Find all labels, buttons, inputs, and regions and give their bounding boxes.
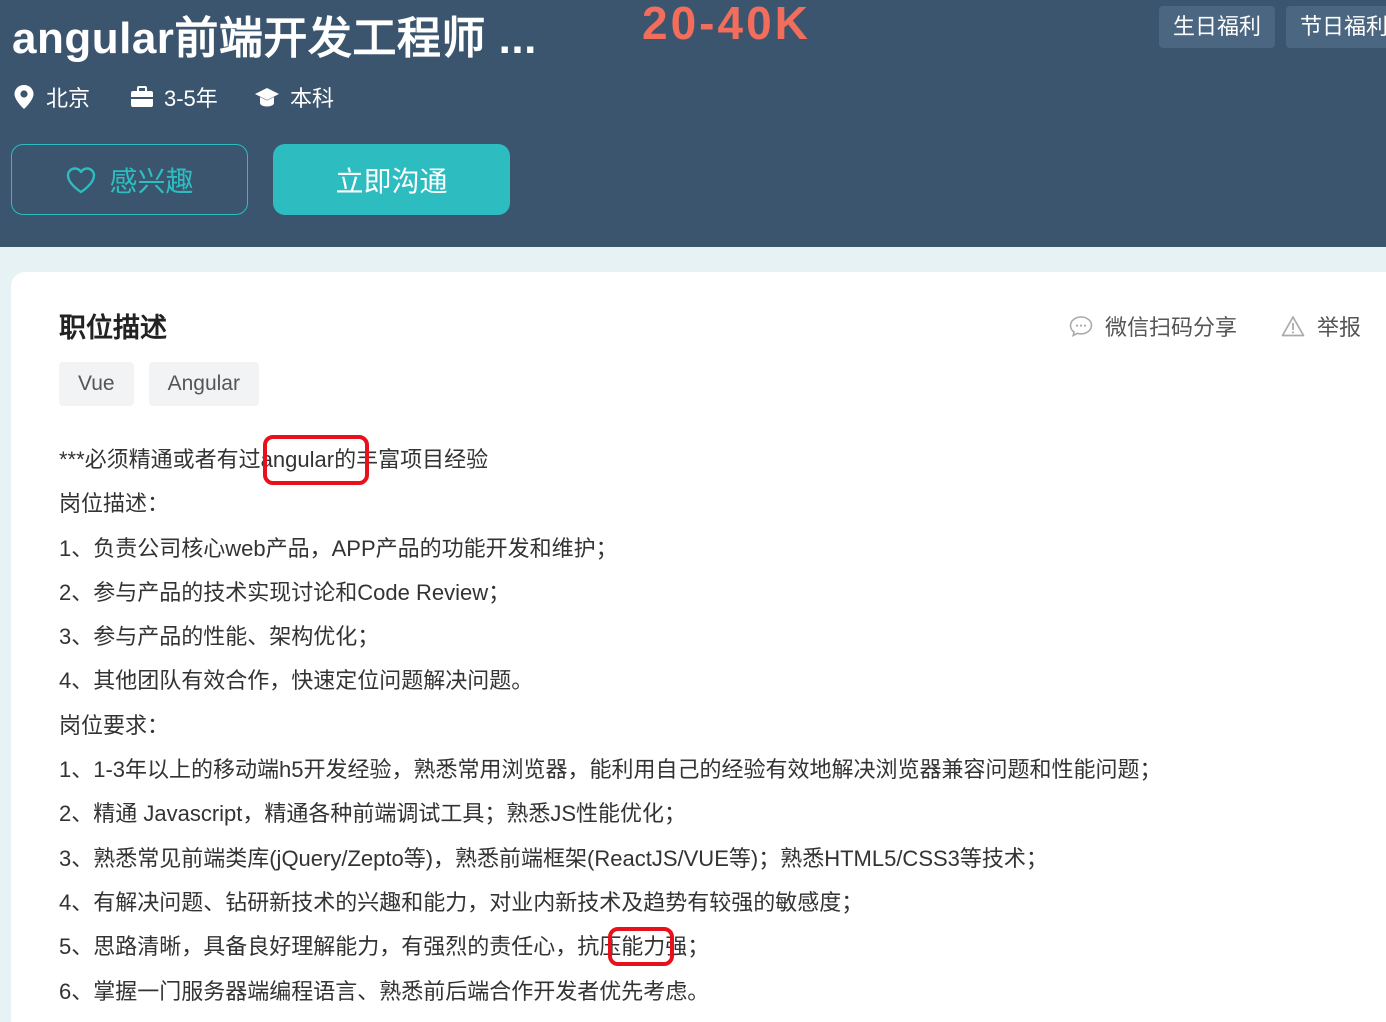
job-title: angular前端开发工程师 ... — [12, 14, 537, 63]
description-line: 4、其他团队有效合作，快速定位问题解决问题。 — [59, 668, 534, 694]
interest-button[interactable]: 感兴趣 — [11, 144, 248, 215]
description-line: 4、有解决问题、钻研新技术的兴趣和能力，对业内新技术及趋势有较强的敏感度； — [59, 889, 864, 915]
chat-now-button[interactable]: 立即沟通 — [273, 144, 510, 215]
description-line: 岗位要求： — [59, 712, 170, 738]
graduation-cap-icon — [255, 88, 279, 107]
location: 北京 — [12, 82, 90, 112]
location-pin-icon — [14, 85, 34, 109]
job-description-card: 职位描述 微信扫码分享 举报 Vue Angular ***必须精通或者有过an… — [11, 272, 1386, 1022]
description-line: ***必须精通或者有过angular的丰富项目经验 — [59, 447, 489, 472]
education: 本科 — [254, 82, 334, 112]
welfare-tag: 生日福利 — [1159, 6, 1276, 48]
description-line: 岗位描述： — [59, 491, 170, 517]
heart-icon — [67, 166, 96, 193]
skill-tag: Angular — [148, 362, 259, 406]
description-line: 2、精通 Javascript，精通各种前端调试工具；熟悉JS性能优化； — [59, 801, 687, 827]
report-button[interactable]: 举报 — [1281, 310, 1361, 342]
chat-label: 立即沟通 — [335, 165, 448, 197]
job-header: angular前端开发工程师 ... 20-40K 生日福利 节日福利 北京 3… — [0, 0, 1386, 247]
highlight-box — [608, 927, 674, 966]
briefcase-icon — [131, 86, 153, 107]
chat-bubble-icon — [1069, 316, 1093, 337]
education-text: 本科 — [290, 86, 335, 111]
description-line: 1、负责公司核心web产品，APP产品的功能开发和维护； — [59, 535, 618, 561]
job-description-text: ***必须精通或者有过angular的丰富项目经验 岗位描述： 1、负责公司核心… — [59, 438, 1359, 1014]
section-title: 职位描述 — [59, 313, 167, 343]
welfare-tag: 节日福利 — [1286, 6, 1386, 48]
description-line: 3、参与产品的性能、架构优化； — [59, 624, 380, 650]
highlight-box — [263, 435, 369, 485]
warning-icon — [1281, 316, 1305, 337]
share-label: 微信扫码分享 — [1105, 315, 1238, 340]
salary: 20-40K — [642, 0, 811, 49]
interest-label: 感兴趣 — [109, 165, 194, 197]
skill-tag: Vue — [59, 362, 134, 406]
description-line: 3、熟悉常见前端类库(jQuery/Zepto等)，熟悉前端框架(ReactJS… — [59, 845, 1048, 871]
experience: 3-5年 — [130, 82, 218, 112]
skill-tags: Vue Angular — [59, 362, 274, 406]
description-line: 5、思路清晰，具备良好理解能力，有强烈的责任心，抗压能力强； — [59, 934, 710, 960]
description-line: 6、掌握一门服务器端编程语言、熟悉前后端合作开发者优先考虑。 — [59, 978, 710, 1004]
description-line: 2、参与产品的技术实现讨论和Code Review； — [59, 579, 511, 605]
description-line: 1、1-3年以上的移动端h5开发经验，熟悉常用浏览器，能利用自己的经验有效地解决… — [59, 757, 1162, 783]
wechat-share-button[interactable]: 微信扫码分享 — [1069, 310, 1237, 342]
report-label: 举报 — [1317, 315, 1362, 340]
location-text: 北京 — [46, 86, 91, 111]
experience-text: 3-5年 — [164, 86, 218, 111]
